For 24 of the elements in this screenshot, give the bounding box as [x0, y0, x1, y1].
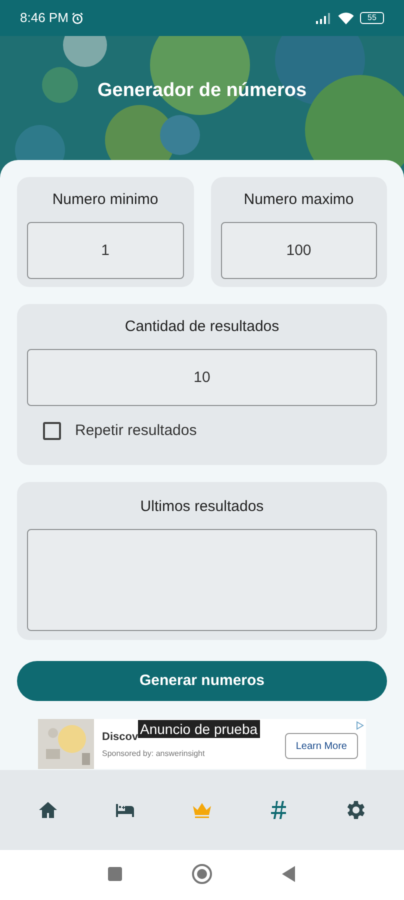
- ad-sponsor: Sponsored by: answerinsight: [102, 748, 205, 760]
- generate-button[interactable]: Generar numeros: [17, 661, 387, 701]
- battery-indicator: 55: [360, 12, 384, 24]
- field-label: Ultimos resultados: [140, 497, 264, 517]
- home-button-icon[interactable]: [191, 863, 213, 885]
- recents-icon[interactable]: [107, 866, 123, 882]
- field-label: Numero minimo: [52, 190, 158, 210]
- test-ad-label: Anuncio de prueba: [138, 720, 260, 738]
- screen-title: Generador de números: [97, 78, 307, 103]
- alarm-icon: [71, 12, 84, 24]
- ad-choices-icon: [356, 721, 364, 730]
- ad-banner[interactable]: Discov Sponsored by: answerinsight Learn More Anuncio de prueba: [38, 719, 366, 769]
- status-time: 8:46 PM: [20, 9, 68, 28]
- back-icon[interactable]: [281, 865, 297, 883]
- number-field[interactable]: 1: [27, 222, 184, 278]
- quantity-field[interactable]: 10: [27, 348, 377, 406]
- field-label: Numero maximo: [244, 190, 354, 210]
- learn-more-button[interactable]: Learn More: [284, 733, 358, 759]
- repeat-checkbox[interactable]: [43, 422, 61, 440]
- signal-icon: [316, 12, 332, 24]
- wifi-icon: [338, 12, 354, 24]
- field-label: Cantidad de resultados: [124, 317, 280, 337]
- number-field[interactable]: 100: [220, 222, 377, 278]
- checkbox-label: Repetir resultados: [75, 420, 197, 440]
